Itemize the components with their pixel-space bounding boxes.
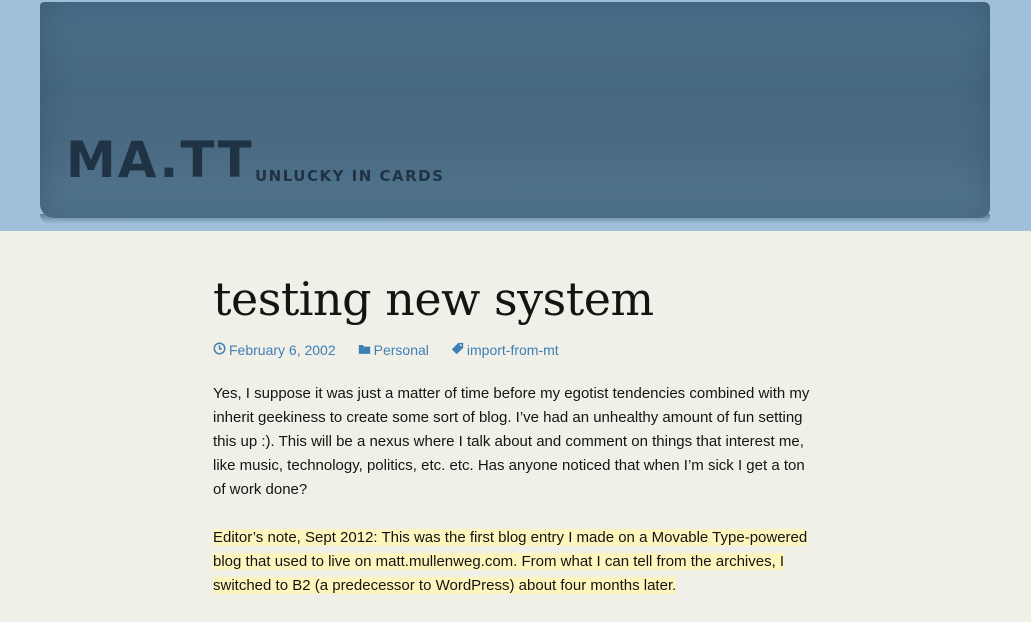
post-meta: February 6, 2002 Personal import-from-mt: [213, 340, 813, 360]
clock-icon: [213, 342, 229, 358]
post-date: February 6, 2002: [229, 342, 336, 358]
folder-icon: [358, 342, 374, 358]
site-title-link[interactable]: MA.TT: [66, 130, 254, 190]
post-content: Yes, I suppose it was just a matter of t…: [213, 382, 813, 598]
post-article: testing new system February 6, 2002 Pers…: [213, 268, 813, 622]
post-tag: import-from-mt: [466, 342, 559, 358]
editor-note-highlight: Editor’s note, Sept 2012: This was the f…: [213, 529, 808, 594]
post-category: Personal: [373, 342, 429, 358]
post-category-link[interactable]: Personal: [358, 342, 429, 358]
tag-icon: [451, 342, 467, 358]
post-date-link[interactable]: February 6, 2002: [213, 342, 336, 358]
site-tagline: UNLUCKY IN CARDS: [255, 167, 445, 185]
editor-note-paragraph: Editor’s note, Sept 2012: This was the f…: [213, 526, 813, 598]
post-tag-link[interactable]: import-from-mt: [451, 342, 559, 358]
post-title: testing new system: [213, 272, 654, 326]
post-paragraph: Yes, I suppose it was just a matter of t…: [213, 385, 810, 498]
site-header: MA.TT UNLUCKY IN CARDS: [0, 0, 1031, 231]
